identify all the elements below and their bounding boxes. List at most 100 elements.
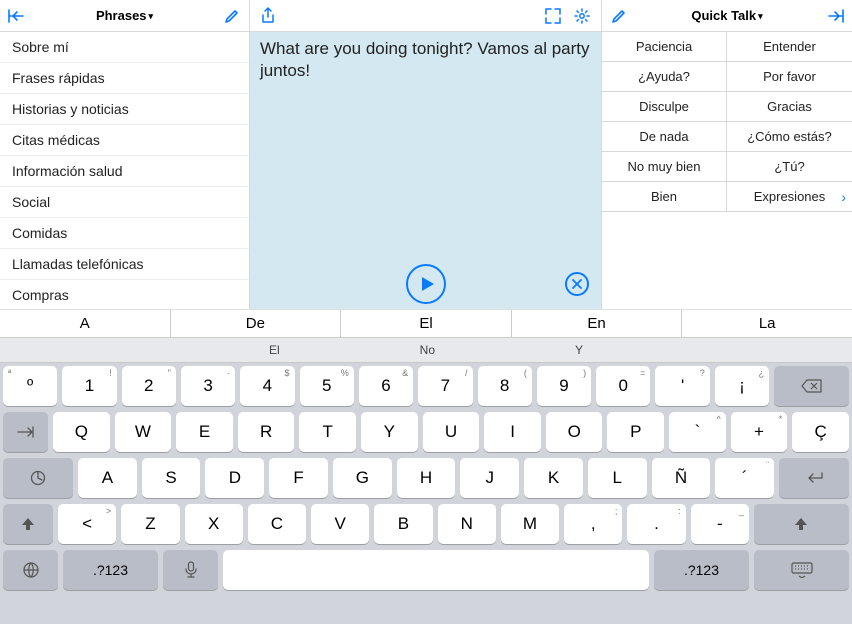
letter-key[interactable]: J [460, 458, 519, 498]
num-key[interactable]: !1 [62, 366, 116, 406]
num-key[interactable]: ?' [655, 366, 709, 406]
letter-key[interactable]: N [438, 504, 496, 544]
settings-icon[interactable] [573, 7, 591, 25]
letter-key[interactable]: E [176, 412, 233, 452]
kbd-suggestion[interactable]: Y [575, 343, 583, 357]
quicktalk-cell[interactable]: Bien [602, 182, 727, 212]
phrase-category-item[interactable]: Sobre mí [0, 32, 249, 63]
letter-key[interactable]: T [299, 412, 356, 452]
collapse-left-icon[interactable] [8, 9, 26, 23]
quicktalk-cell[interactable]: Por favor [727, 62, 852, 92]
caps-key[interactable] [3, 458, 73, 498]
word-suggestion[interactable]: En [512, 310, 683, 337]
phrase-category-item[interactable]: Información salud [0, 156, 249, 187]
quicktalk-cell[interactable]: Disculpe [602, 92, 727, 122]
letter-key[interactable]: P [607, 412, 664, 452]
key[interactable]: ¨´ [715, 458, 774, 498]
letter-key[interactable]: L [588, 458, 647, 498]
letter-key[interactable]: X [185, 504, 243, 544]
edit-right-icon[interactable] [610, 7, 628, 25]
letter-key[interactable]: V [311, 504, 369, 544]
letter-key[interactable]: I [484, 412, 541, 452]
num-key[interactable]: "2 [122, 366, 176, 406]
play-button[interactable] [406, 264, 446, 304]
letter-key[interactable]: S [142, 458, 201, 498]
message-area[interactable]: What are you doing tonight? Vamos al par… [250, 32, 601, 309]
num-key[interactable]: /7 [418, 366, 472, 406]
backspace-key[interactable] [774, 366, 849, 406]
quicktalk-cell[interactable]: De nada [602, 122, 727, 152]
letter-key[interactable]: G [333, 458, 392, 498]
num-key[interactable]: ·3 [181, 366, 235, 406]
letter-key[interactable]: C [248, 504, 306, 544]
letter-key[interactable]: H [397, 458, 456, 498]
quicktalk-cell[interactable]: No muy bien [602, 152, 727, 182]
word-suggestion[interactable]: La [682, 310, 852, 337]
quicktalk-cell[interactable]: ¿Ayuda? [602, 62, 727, 92]
numpad-right-key[interactable]: .?123 [654, 550, 749, 590]
expand-icon[interactable] [545, 8, 561, 24]
numpad-left-key[interactable]: .?123 [63, 550, 158, 590]
num-key[interactable]: ¿¡ [715, 366, 769, 406]
letter-key[interactable]: Ñ [652, 458, 711, 498]
letter-key[interactable]: R [238, 412, 295, 452]
phrase-category-item[interactable]: Comidas [0, 218, 249, 249]
share-icon[interactable] [260, 7, 276, 25]
key[interactable]: Ç [792, 412, 849, 452]
key[interactable]: *+ [731, 412, 788, 452]
letter-key[interactable]: Q [53, 412, 110, 452]
key[interactable]: >< [58, 504, 116, 544]
shift-right-key[interactable] [754, 504, 849, 544]
quicktalk-cell[interactable]: Entender [727, 32, 852, 62]
quicktalk-dropdown[interactable]: Quick Talk ▾ [691, 8, 762, 23]
dismiss-keyboard-key[interactable] [754, 550, 849, 590]
key[interactable]: :. [627, 504, 685, 544]
quicktalk-cell[interactable]: ¿Tú? [727, 152, 852, 182]
num-key[interactable]: $4 [240, 366, 294, 406]
phrases-dropdown[interactable]: Phrases ▾ [96, 8, 153, 23]
quicktalk-cell[interactable]: Expresiones› [727, 182, 852, 212]
phrase-category-item[interactable]: Llamadas telefónicas [0, 249, 249, 280]
word-suggestion[interactable]: A [0, 310, 171, 337]
return-key[interactable] [779, 458, 849, 498]
tab-key[interactable] [3, 412, 48, 452]
mic-key[interactable] [163, 550, 218, 590]
kbd-suggestion[interactable]: No [420, 343, 435, 357]
space-key[interactable] [223, 550, 649, 590]
quicktalk-cell[interactable]: Gracias [727, 92, 852, 122]
key[interactable]: _- [691, 504, 749, 544]
collapse-right-icon[interactable] [826, 9, 844, 23]
num-key[interactable]: (8 [478, 366, 532, 406]
quicktalk-cell[interactable]: Paciencia [602, 32, 727, 62]
letter-key[interactable]: M [501, 504, 559, 544]
letter-key[interactable]: Y [361, 412, 418, 452]
num-key[interactable]: %5 [300, 366, 354, 406]
kbd-suggestion[interactable]: El [269, 343, 280, 357]
num-key[interactable]: =0 [596, 366, 650, 406]
letter-key[interactable]: W [115, 412, 172, 452]
letter-key[interactable]: A [78, 458, 137, 498]
letter-key[interactable]: U [423, 412, 480, 452]
phrase-category-item[interactable]: Frases rápidas [0, 63, 249, 94]
phrase-category-item[interactable]: Social [0, 187, 249, 218]
phrase-category-item[interactable]: Compras [0, 280, 249, 309]
globe-key[interactable] [3, 550, 58, 590]
letter-key[interactable]: O [546, 412, 603, 452]
num-key[interactable]: )9 [537, 366, 591, 406]
shift-left-key[interactable] [3, 504, 53, 544]
word-suggestion[interactable]: De [171, 310, 342, 337]
edit-left-icon[interactable] [223, 7, 241, 25]
key[interactable]: ^` [669, 412, 726, 452]
phrase-category-item[interactable]: Historias y noticias [0, 94, 249, 125]
num-key[interactable]: ªº [3, 366, 57, 406]
quicktalk-cell[interactable]: ¿Cómo estás? [727, 122, 852, 152]
letter-key[interactable]: Z [121, 504, 179, 544]
letter-key[interactable]: K [524, 458, 583, 498]
letter-key[interactable]: F [269, 458, 328, 498]
letter-key[interactable]: D [205, 458, 264, 498]
num-key[interactable]: &6 [359, 366, 413, 406]
word-suggestion[interactable]: El [341, 310, 512, 337]
phrase-category-item[interactable]: Citas médicas [0, 125, 249, 156]
key[interactable]: ;, [564, 504, 622, 544]
letter-key[interactable]: B [374, 504, 432, 544]
